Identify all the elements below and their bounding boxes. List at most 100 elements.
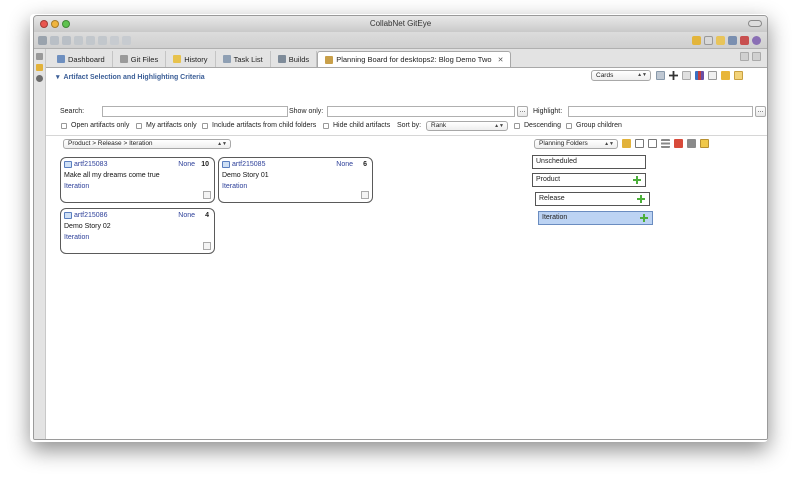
chart-icon[interactable] bbox=[728, 36, 737, 45]
perspective-icon[interactable] bbox=[692, 36, 701, 45]
close-tab-icon[interactable]: ✕ bbox=[498, 56, 504, 64]
notes-icon[interactable] bbox=[361, 191, 369, 199]
copy-icon[interactable] bbox=[708, 71, 717, 80]
new-icon[interactable] bbox=[50, 35, 59, 45]
refresh-icon[interactable] bbox=[98, 35, 107, 45]
tab-builds[interactable]: Builds bbox=[271, 51, 318, 67]
add-icon[interactable] bbox=[633, 176, 641, 184]
header-actions bbox=[656, 71, 743, 80]
open-artifacts-checkbox[interactable] bbox=[61, 123, 67, 129]
collapse-all-icon[interactable] bbox=[635, 139, 644, 148]
planning-board-editor: ▾ Artifact Selection and Highlighting Cri… bbox=[46, 67, 767, 439]
link-icon[interactable] bbox=[36, 75, 43, 82]
forward-icon[interactable] bbox=[122, 35, 131, 45]
folder-unscheduled[interactable]: Unscheduled bbox=[532, 155, 646, 169]
open-perspective-icon[interactable] bbox=[704, 36, 713, 45]
folder-product[interactable]: Product bbox=[532, 173, 646, 187]
artifact-folder-link[interactable]: Iteration bbox=[64, 234, 89, 241]
window-controls bbox=[40, 20, 70, 28]
maximize-view-icon[interactable] bbox=[752, 52, 761, 61]
my-artifacts-checkbox[interactable] bbox=[136, 123, 142, 129]
artifact-id-link[interactable]: artf215086 bbox=[74, 212, 107, 219]
view-mode-value: Cards bbox=[596, 72, 614, 79]
descending-checkbox[interactable] bbox=[514, 123, 520, 129]
open-artifacts-label: Open artifacts only bbox=[71, 122, 130, 129]
folder-release[interactable]: Release bbox=[535, 192, 650, 206]
git-icon[interactable] bbox=[86, 35, 95, 45]
title-bar: CollabNet GitEye bbox=[34, 16, 767, 32]
restore-icon[interactable] bbox=[36, 53, 43, 60]
notes-icon[interactable] bbox=[203, 191, 211, 199]
planning-folders-value: Planning Folders bbox=[539, 140, 588, 147]
search-input[interactable] bbox=[102, 106, 288, 117]
hide-child-label: Hide child artifacts bbox=[333, 122, 391, 129]
builds-icon bbox=[277, 55, 286, 63]
blank-icon[interactable] bbox=[682, 71, 691, 80]
layout-icon[interactable] bbox=[656, 71, 665, 80]
refresh-folders-icon[interactable] bbox=[687, 139, 696, 148]
tab-history[interactable]: History bbox=[166, 51, 216, 67]
notes-icon[interactable] bbox=[203, 242, 211, 250]
back-icon[interactable] bbox=[110, 35, 119, 45]
folder-icon[interactable] bbox=[716, 36, 725, 45]
tab-dashboard[interactable]: Dashboard bbox=[50, 51, 113, 67]
artifact-card[interactable]: artf215083 None 10 Make all my dreams co… bbox=[60, 157, 215, 203]
show-only-input[interactable] bbox=[327, 106, 515, 117]
artifact-folder-link[interactable]: Iteration bbox=[64, 183, 89, 190]
folder-iteration[interactable]: Iteration bbox=[538, 211, 653, 225]
artifact-id-link[interactable]: artf215083 bbox=[74, 161, 107, 168]
sync-icon[interactable] bbox=[721, 71, 730, 80]
artifact-assignee-link[interactable]: None bbox=[336, 161, 353, 168]
toolbar-toggle-button[interactable] bbox=[748, 20, 762, 27]
folder-label: Unscheduled bbox=[536, 158, 577, 165]
collapse-triangle-icon[interactable]: ▾ bbox=[56, 73, 60, 81]
save-icon[interactable] bbox=[62, 35, 71, 45]
delete-icon[interactable] bbox=[674, 139, 683, 148]
planning-folders-select[interactable]: Planning Folders ▲▼ bbox=[534, 139, 618, 149]
move-icon[interactable] bbox=[669, 71, 678, 80]
add-icon[interactable] bbox=[637, 195, 645, 203]
team-icon[interactable] bbox=[752, 36, 761, 45]
report-icon[interactable] bbox=[740, 36, 749, 45]
tab-git-files[interactable]: Git Files bbox=[113, 51, 167, 67]
show-only-browse-button[interactable]: ... bbox=[517, 106, 528, 117]
hierarchy-select[interactable]: Product > Release > Iteration ▲▼ bbox=[63, 139, 231, 149]
hide-child-checkbox[interactable] bbox=[323, 123, 329, 129]
chevron-down-icon: ▲▼ bbox=[217, 141, 227, 147]
search-icon[interactable] bbox=[38, 35, 47, 45]
artifact-folder-link[interactable]: Iteration bbox=[222, 183, 247, 190]
search-label: Search: bbox=[60, 108, 85, 115]
open-folder-icon[interactable] bbox=[734, 71, 743, 80]
planning-folder-actions bbox=[622, 139, 709, 148]
list-icon[interactable] bbox=[661, 139, 670, 148]
sort-by-select[interactable]: Rank ▲▼ bbox=[426, 121, 508, 131]
artifact-card[interactable]: artf215085 None 6 Demo Story 01 Iteratio… bbox=[218, 157, 373, 203]
close-window-button[interactable] bbox=[40, 20, 48, 28]
section-header[interactable]: ▾ Artifact Selection and Highlighting Cri… bbox=[56, 73, 205, 81]
tab-label: Git Files bbox=[130, 54, 159, 64]
repository-icon[interactable] bbox=[36, 64, 43, 71]
tab-label: Dashboard bbox=[68, 54, 105, 64]
print-icon[interactable] bbox=[74, 35, 83, 45]
chart-bars-icon[interactable] bbox=[695, 71, 704, 80]
group-children-checkbox[interactable] bbox=[566, 123, 572, 129]
minimize-view-icon[interactable] bbox=[740, 52, 749, 61]
app-window: CollabNet GitEye Dashboard Git Files His… bbox=[33, 15, 768, 440]
include-child-checkbox[interactable] bbox=[202, 123, 208, 129]
artifact-title: Demo Story 01 bbox=[222, 172, 269, 179]
minimize-window-button[interactable] bbox=[51, 20, 59, 28]
zoom-window-button[interactable] bbox=[62, 20, 70, 28]
tab-planning-board[interactable]: Planning Board for desktops2: Blog Demo … bbox=[317, 51, 512, 67]
highlight-input[interactable] bbox=[568, 106, 753, 117]
highlight-browse-button[interactable]: ... bbox=[755, 106, 766, 117]
artifact-card[interactable]: artf215086 None 4 Demo Story 02 Iteratio… bbox=[60, 208, 215, 254]
expand-all-icon[interactable] bbox=[648, 139, 657, 148]
artifact-assignee-link[interactable]: None bbox=[178, 161, 195, 168]
view-mode-select[interactable]: Cards ▲▼ bbox=[591, 70, 651, 81]
add-icon[interactable] bbox=[640, 214, 648, 222]
tab-task-list[interactable]: Task List bbox=[216, 51, 271, 67]
new-folder-icon[interactable] bbox=[700, 139, 709, 148]
link-folders-icon[interactable] bbox=[622, 139, 631, 148]
artifact-assignee-link[interactable]: None bbox=[178, 212, 195, 219]
artifact-id-link[interactable]: artf215085 bbox=[232, 161, 265, 168]
